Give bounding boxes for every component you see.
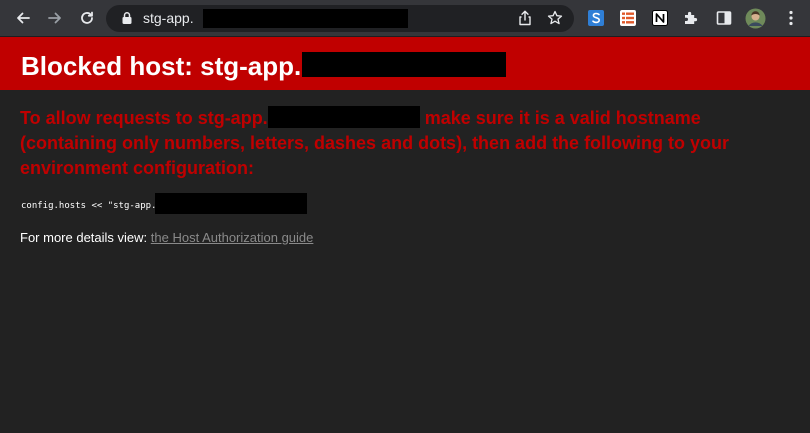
forward-button[interactable] — [45, 8, 65, 28]
share-button[interactable] — [516, 9, 534, 27]
notion-icon — [652, 10, 668, 26]
lock-icon — [122, 12, 132, 24]
browser-toolbar: stg-app. — [0, 0, 810, 37]
extensions-button[interactable] — [682, 9, 700, 27]
extension-s-button[interactable] — [587, 9, 605, 27]
menu-button[interactable] — [782, 9, 800, 27]
star-icon — [547, 10, 563, 25]
share-icon — [519, 10, 531, 26]
error-message: To allow requests to stg-app. make sure … — [20, 106, 800, 181]
redacted-title-hostname — [302, 52, 506, 77]
reload-icon — [81, 11, 93, 24]
details-label: For more details view: — [20, 230, 151, 245]
config-code: config.hosts << "stg-app. — [21, 201, 157, 211]
arrow-right-icon — [48, 12, 61, 24]
address-bar[interactable]: stg-app. — [106, 5, 574, 32]
reload-button[interactable] — [77, 8, 97, 28]
message-prefix: To allow requests to stg-app. — [20, 108, 268, 128]
puzzle-icon — [685, 11, 698, 24]
url-text: stg-app. — [143, 10, 194, 26]
arrow-left-icon — [17, 12, 30, 24]
redacted-hostname — [203, 9, 408, 28]
extension-s-icon — [588, 10, 604, 26]
redacted-code-hostname — [155, 193, 307, 214]
details-line: For more details view: the Host Authoriz… — [20, 230, 313, 246]
side-panel-button[interactable] — [715, 9, 733, 27]
profile-avatar-button[interactable] — [745, 8, 766, 29]
redacted-message-hostname — [267, 106, 420, 128]
notion-button[interactable] — [651, 9, 669, 27]
host-authorization-guide-link[interactable]: the Host Authorization guide — [151, 230, 314, 245]
back-button[interactable] — [13, 8, 33, 28]
extension-list-button[interactable] — [619, 9, 637, 27]
side-panel-icon — [716, 11, 732, 25]
bookmark-button[interactable] — [546, 9, 564, 27]
more-vert-icon — [789, 10, 793, 26]
avatar-icon — [745, 8, 766, 29]
extension-list-icon — [620, 10, 636, 26]
page-title: Blocked host: stg-app. — [21, 51, 302, 81]
